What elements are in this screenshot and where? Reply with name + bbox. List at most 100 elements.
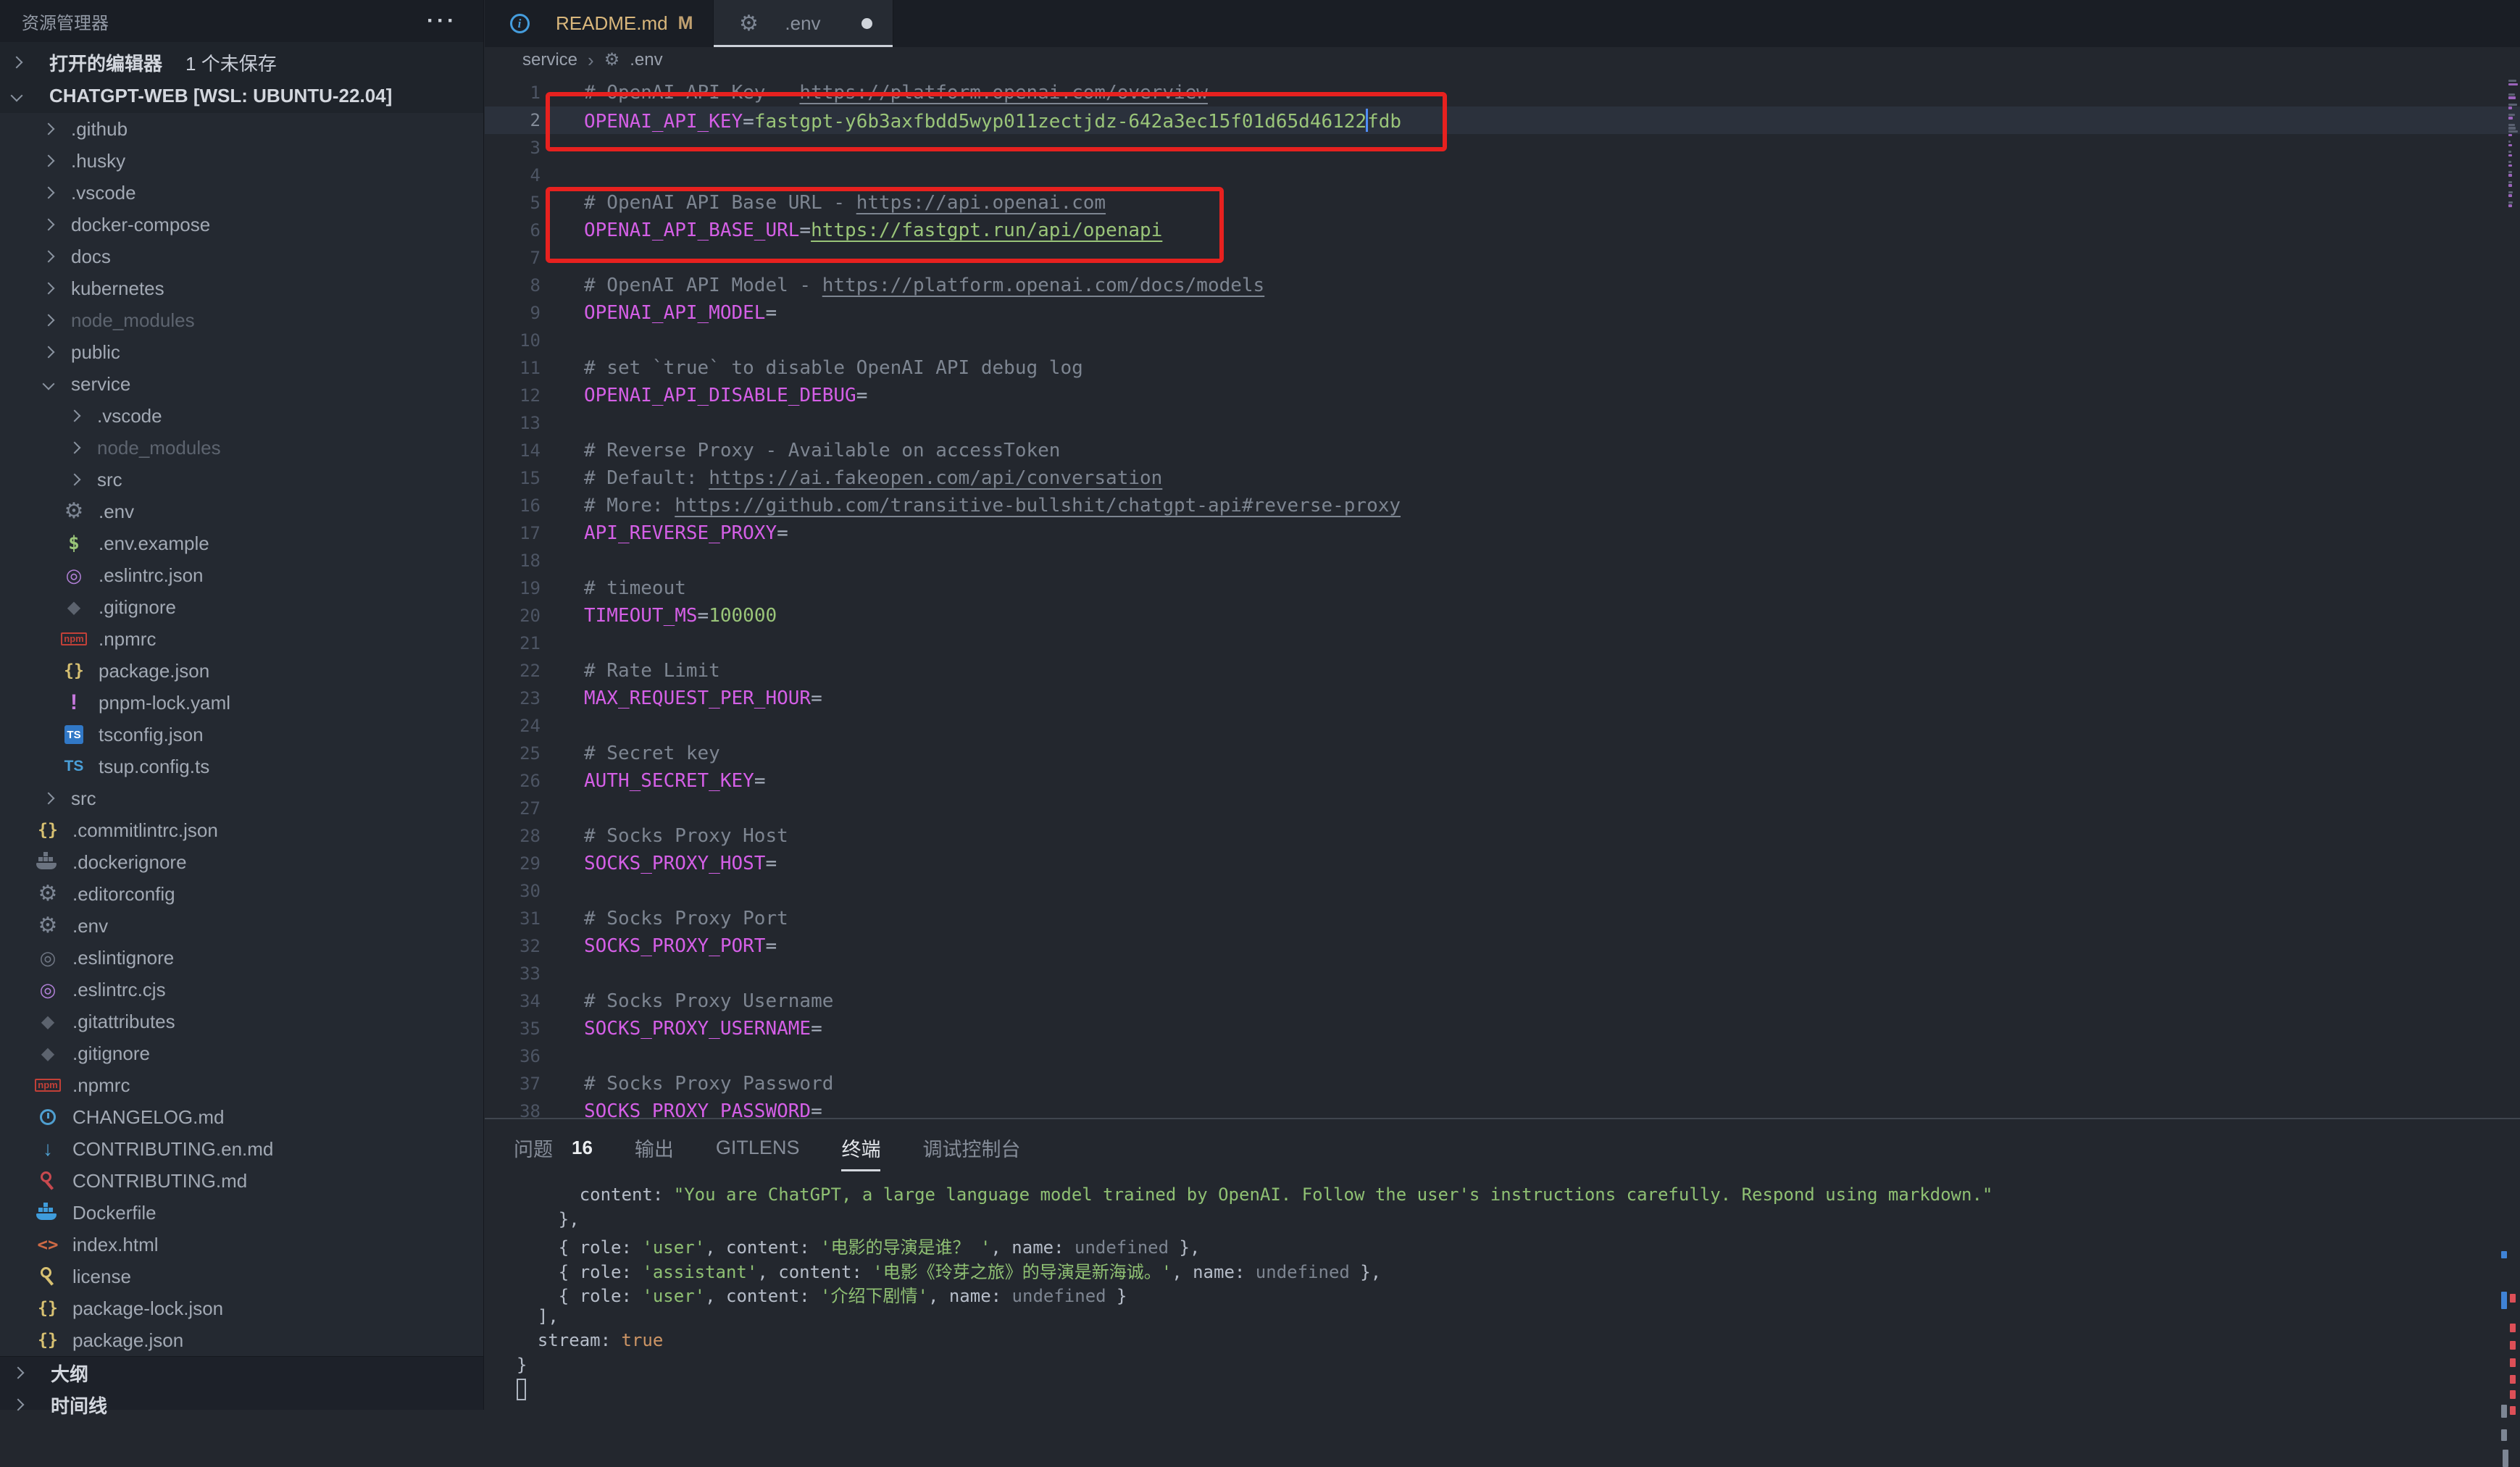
more-actions-icon[interactable]: ··· xyxy=(427,9,457,33)
tree-item-.dockerignore[interactable]: .dockerignore xyxy=(0,846,483,878)
editor-line-23[interactable]: 23MAX_REQUEST_PER_HOUR= xyxy=(485,685,2520,712)
editor-line-34[interactable]: 34# Socks Proxy Username xyxy=(485,987,2520,1015)
tree-item-.editorconfig[interactable]: ⚙.editorconfig xyxy=(0,878,483,910)
editor-line-8[interactable]: 8# OpenAI API Model - https://platform.o… xyxy=(485,272,2520,299)
tree-item-pnpm-lock.yaml[interactable]: !pnpm-lock.yaml xyxy=(0,687,483,719)
editor-line-25[interactable]: 25# Secret key xyxy=(485,740,2520,767)
tree-item-CHANGELOG.md[interactable]: CHANGELOG.md xyxy=(0,1101,483,1133)
tree-item-license[interactable]: license xyxy=(0,1261,483,1292)
editor-line-18[interactable]: 18 xyxy=(485,547,2520,574)
tree-item-CONTRIBUTING.en.md[interactable]: ↓CONTRIBUTING.en.md xyxy=(0,1133,483,1165)
tree-item-tsup.config.ts[interactable]: TStsup.config.ts xyxy=(0,751,483,782)
tree-item-package.json[interactable]: {}package.json xyxy=(0,655,483,687)
editor-line-30[interactable]: 30 xyxy=(485,877,2520,905)
tree-item-tsconfig.json[interactable]: TStsconfig.json xyxy=(0,719,483,751)
editor-line-20[interactable]: 20TIMEOUT_MS=100000 xyxy=(485,602,2520,630)
tree-item-docs[interactable]: docs xyxy=(0,241,483,272)
editor-line-10[interactable]: 10 xyxy=(485,327,2520,354)
editor-line-3[interactable]: 3 xyxy=(485,134,2520,162)
code-text: # timeout xyxy=(541,577,686,599)
tree-item-.github[interactable]: .github xyxy=(0,113,483,145)
tree-item-node_modules[interactable]: node_modules xyxy=(0,432,483,464)
panel-tab-终端[interactable]: 终端 xyxy=(841,1134,880,1162)
breadcrumb-file[interactable]: .env xyxy=(630,50,662,70)
tree-item-package-lock.json[interactable]: {}package-lock.json xyxy=(0,1292,483,1324)
tab-.env[interactable]: ⚙.env xyxy=(714,0,893,47)
tab-README.md[interactable]: iREADME.mdM xyxy=(485,0,714,47)
editor-line-14[interactable]: 14# Reverse Proxy - Available on accessT… xyxy=(485,437,2520,464)
editor-line-32[interactable]: 32SOCKS_PROXY_PORT= xyxy=(485,932,2520,960)
editor-line-11[interactable]: 11# set `true` to disable OpenAI API deb… xyxy=(485,354,2520,382)
tree-item-.env[interactable]: ⚙.env xyxy=(0,910,483,942)
editor-line-36[interactable]: 36 xyxy=(485,1042,2520,1070)
editor-line-13[interactable]: 13 xyxy=(485,409,2520,437)
editor-line-2[interactable]: 2OPENAI_API_KEY=fastgpt-y6b3axfbdd5wyp01… xyxy=(485,106,2520,134)
editor-line-27[interactable]: 27 xyxy=(485,795,2520,822)
editor-line-12[interactable]: 12OPENAI_API_DISABLE_DEBUG= xyxy=(485,382,2520,409)
editor-line-7[interactable]: 7 xyxy=(485,244,2520,272)
panel-tab-label: 调试控制台 xyxy=(922,1134,1020,1162)
editor-line-24[interactable]: 24 xyxy=(485,712,2520,740)
tree-item-.gitignore[interactable]: ◆.gitignore xyxy=(0,591,483,623)
tree-item-.gitattributes[interactable]: ◆.gitattributes xyxy=(0,1006,483,1037)
editor-line-1[interactable]: 1# OpenAI API Key - https://platform.ope… xyxy=(485,79,2520,106)
panel-tab-问题[interactable]: 问题16 xyxy=(514,1134,593,1162)
tree-item-service[interactable]: service xyxy=(0,368,483,400)
outline-section[interactable]: 大纲 xyxy=(0,1357,483,1389)
editor-line-6[interactable]: 6OPENAI_API_BASE_URL=https://fastgpt.run… xyxy=(485,217,2520,244)
editor-line-17[interactable]: 17API_REVERSE_PROXY= xyxy=(485,519,2520,547)
panel-tab-调试控制台[interactable]: 调试控制台 xyxy=(922,1134,1020,1162)
editor-line-26[interactable]: 26AUTH_SECRET_KEY= xyxy=(485,767,2520,795)
tree-item-.eslintrc.json[interactable]: ◎.eslintrc.json xyxy=(0,559,483,591)
breadcrumb-folder[interactable]: service xyxy=(522,50,577,70)
editor-line-33[interactable]: 33 xyxy=(485,960,2520,987)
tree-item-.eslintignore[interactable]: ◎.eslintignore xyxy=(0,942,483,974)
editor-line-9[interactable]: 9OPENAI_API_MODEL= xyxy=(485,299,2520,327)
editor-line-19[interactable]: 19# timeout xyxy=(485,574,2520,602)
tree-item-src[interactable]: src xyxy=(0,464,483,496)
project-root-section[interactable]: CHATGPT-WEB [WSL: UBUNTU-22.04] xyxy=(0,80,483,112)
editor-line-31[interactable]: 31# Socks Proxy Port xyxy=(485,905,2520,932)
tree-item-CONTRIBUTING.md[interactable]: CONTRIBUTING.md xyxy=(0,1165,483,1197)
editor-line-15[interactable]: 15# Default: https://ai.fakeopen.com/api… xyxy=(485,464,2520,492)
timeline-section[interactable]: 时间线 xyxy=(0,1389,483,1421)
tree-item-index.html[interactable]: <>index.html xyxy=(0,1229,483,1261)
editor-line-16[interactable]: 16# More: https://github.com/transitive-… xyxy=(485,492,2520,519)
tree-item-Dockerfile[interactable]: Dockerfile xyxy=(0,1197,483,1229)
tree-item-public[interactable]: public xyxy=(0,336,483,368)
terminal[interactable]: content: "You are ChatGPT, a large langu… xyxy=(485,1176,2520,1403)
tree-item-src[interactable]: src xyxy=(0,782,483,814)
editor-line-28[interactable]: 28# Socks Proxy Host xyxy=(485,822,2520,850)
tree-item-.vscode[interactable]: .vscode xyxy=(0,400,483,432)
editor-line-37[interactable]: 37# Socks Proxy Password xyxy=(485,1070,2520,1098)
tree-item-.npmrc[interactable]: npm.npmrc xyxy=(0,1069,483,1101)
explorer-title: 资源管理器 xyxy=(22,9,109,34)
tree-item-.env[interactable]: ⚙.env xyxy=(0,496,483,527)
panel-tab-GITLENS[interactable]: GITLENS xyxy=(716,1137,800,1159)
tree-item-kubernetes[interactable]: kubernetes xyxy=(0,272,483,304)
tree-item-.commitlintrc.json[interactable]: {}.commitlintrc.json xyxy=(0,814,483,846)
tree-item-.husky[interactable]: .husky xyxy=(0,145,483,177)
open-editors-section[interactable]: 打开的编辑器 1 个未保存 xyxy=(0,46,483,78)
editor-line-5[interactable]: 5# OpenAI API Base URL - https://api.ope… xyxy=(485,189,2520,217)
docker-blue-icon xyxy=(36,1204,59,1221)
tree-item-.eslintrc.cjs[interactable]: ◎.eslintrc.cjs xyxy=(0,974,483,1006)
editor-line-22[interactable]: 22# Rate Limit xyxy=(485,657,2520,685)
tree-item-node_modules[interactable]: node_modules xyxy=(0,304,483,336)
chevron-right-icon xyxy=(7,1400,29,1409)
editor-line-4[interactable]: 4 xyxy=(485,162,2520,189)
code-text: # Socks Proxy Password xyxy=(541,1073,833,1095)
editor-line-29[interactable]: 29SOCKS_PROXY_HOST= xyxy=(485,850,2520,877)
code-editor[interactable]: 1# OpenAI API Key - https://platform.ope… xyxy=(485,73,2520,1118)
tree-item-package.json[interactable]: {}package.json xyxy=(0,1324,483,1356)
tree-item-.env.example[interactable]: $.env.example xyxy=(0,527,483,559)
editor-line-35[interactable]: 35SOCKS_PROXY_USERNAME= xyxy=(485,1015,2520,1042)
tree-item-.gitignore[interactable]: ◆.gitignore xyxy=(0,1037,483,1069)
panel-tab-输出[interactable]: 输出 xyxy=(635,1134,674,1162)
tree-item-.vscode[interactable]: .vscode xyxy=(0,177,483,209)
editor-line-38[interactable]: 38SOCKS_PROXY_PASSWORD= xyxy=(485,1098,2520,1118)
minimap[interactable] xyxy=(2507,73,2520,1118)
tree-item-.npmrc[interactable]: npm.npmrc xyxy=(0,623,483,655)
tree-item-docker-compose[interactable]: docker-compose xyxy=(0,209,483,241)
editor-line-21[interactable]: 21 xyxy=(485,630,2520,657)
